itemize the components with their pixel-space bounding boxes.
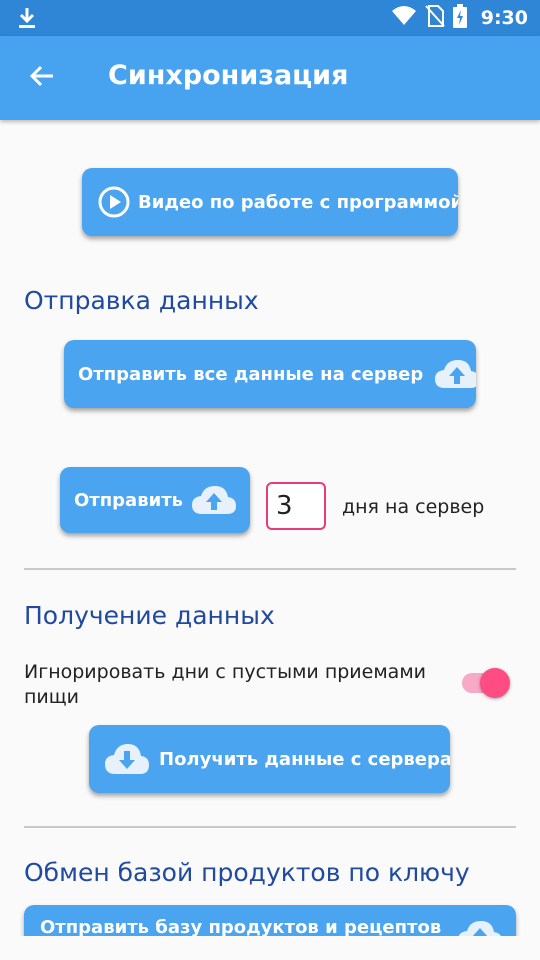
back-button[interactable] <box>20 58 64 98</box>
divider <box>24 568 516 570</box>
get-data-label: Получить данные с сервера <box>159 748 450 770</box>
divider <box>24 826 516 828</box>
status-time: 9:30 <box>480 7 528 29</box>
video-button-label: Видео по работе с программой <box>138 191 458 213</box>
cloud-upload-icon <box>433 358 476 390</box>
cloud-download-icon <box>103 742 151 776</box>
ignore-empty-days-label: Игнорировать дни с пустыми приемами пищи <box>24 661 426 708</box>
send-days-label: Отправить <box>74 489 184 511</box>
send-all-label: Отправить все данные на сервер <box>78 363 424 385</box>
send-days-button[interactable]: Отправить <box>60 467 250 533</box>
cloud-upload-icon <box>189 484 239 516</box>
play-circle-icon <box>98 186 130 218</box>
send-base-label: Отправить базу продуктов и рецептов <box>40 917 442 938</box>
arrow-back-icon <box>29 64 55 93</box>
status-icons: 9:30 <box>391 0 528 36</box>
page-title: Синхронизация <box>108 60 349 91</box>
status-bar: 9:30 <box>0 0 540 36</box>
wifi-icon <box>391 5 417 31</box>
download-icon <box>16 6 38 35</box>
bottom-fade <box>0 936 540 960</box>
days-suffix-label: дня на сервер <box>342 496 485 518</box>
send-all-button[interactable]: Отправить все данные на сервер <box>64 340 476 408</box>
exchange-section-title: Обмен базой продуктов по ключу <box>24 858 470 887</box>
send-section-title: Отправка данных <box>24 286 259 315</box>
video-button[interactable]: Видео по работе с программой <box>82 168 458 236</box>
get-data-button[interactable]: Получить данные с сервера <box>89 725 450 793</box>
toggle-thumb <box>480 668 510 698</box>
no-sim-icon <box>424 4 445 33</box>
app-bar: Синхронизация <box>0 36 540 120</box>
ignore-empty-days-toggle[interactable] <box>462 668 510 698</box>
days-input[interactable]: 3 <box>266 482 326 530</box>
receive-section-title: Получение данных <box>24 601 275 630</box>
battery-charging-icon <box>452 3 467 33</box>
